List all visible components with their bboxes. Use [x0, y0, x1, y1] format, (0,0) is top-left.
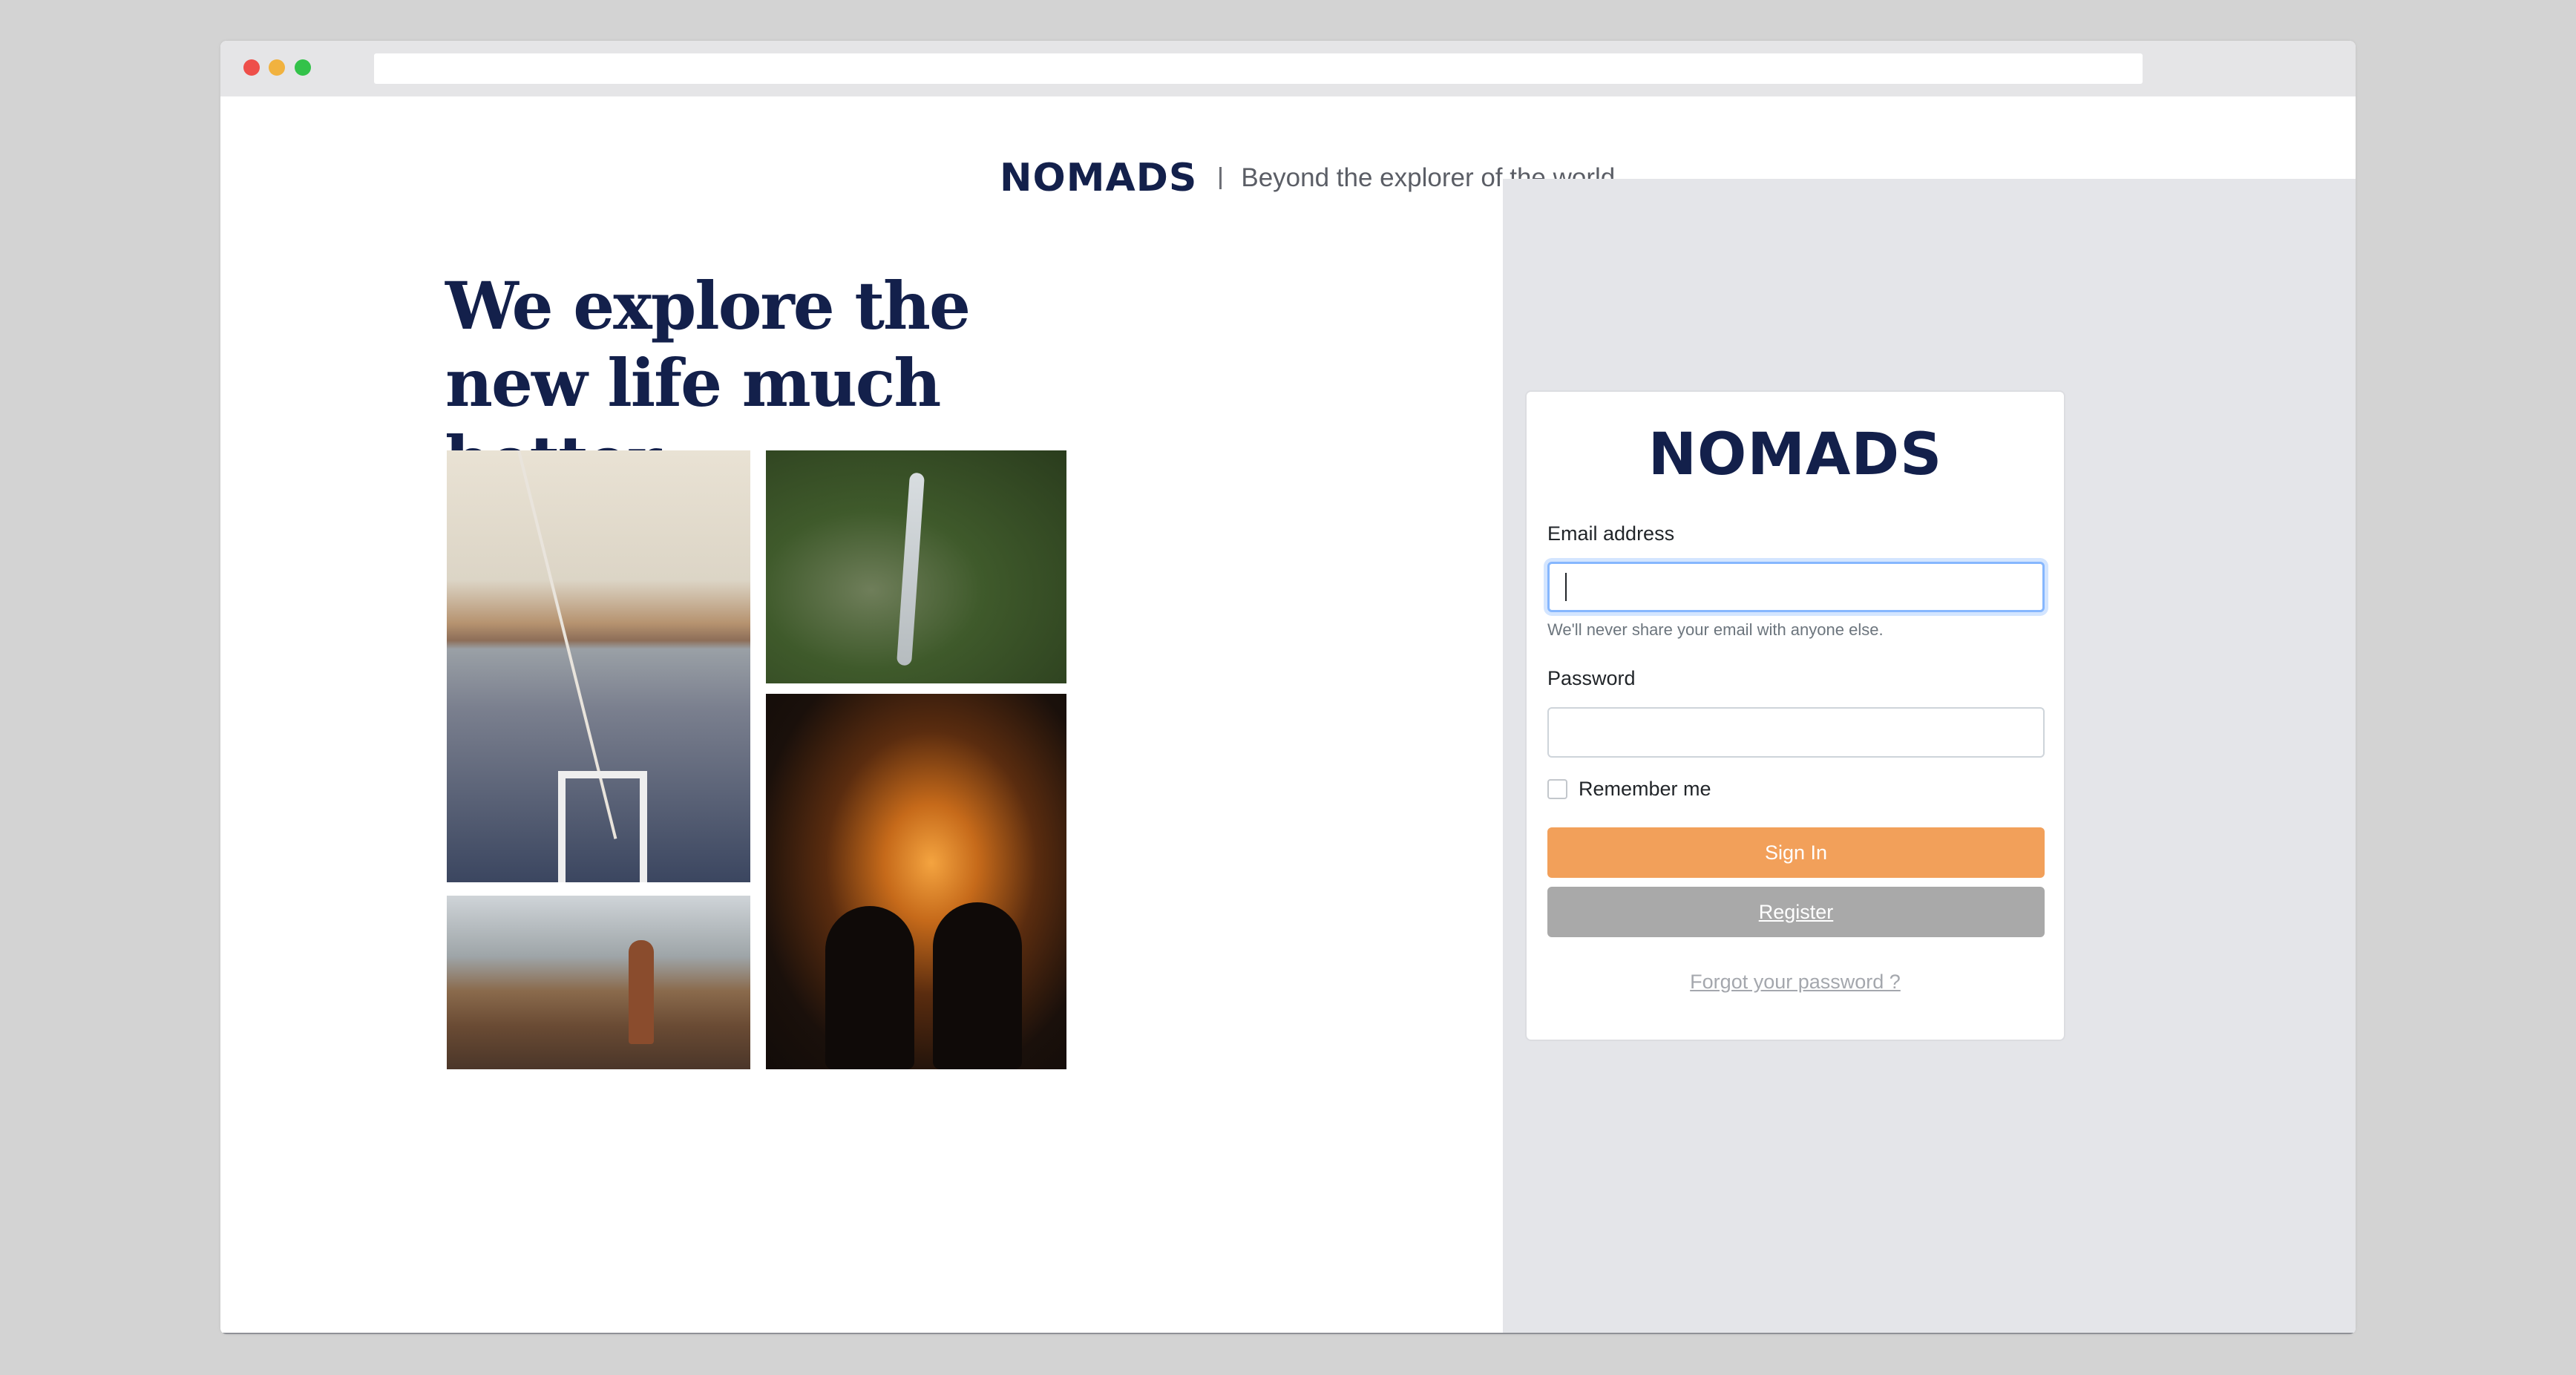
email-field[interactable]	[1547, 562, 2045, 612]
silhouette-right	[933, 902, 1022, 1069]
boat-bow	[558, 771, 647, 882]
login-logo-text: NOMADS	[1648, 421, 1943, 488]
photo-hiker	[447, 896, 750, 1069]
text-caret	[1565, 573, 1567, 601]
browser-window: NOMADS Beyond the explorer of the world …	[220, 41, 2356, 1334]
forgot-password-link[interactable]: Forgot your password ?	[1527, 971, 2064, 994]
maximize-window-dot[interactable]	[295, 59, 311, 76]
password-label: Password	[1547, 667, 1636, 689]
silhouette-left	[825, 906, 914, 1069]
header-divider	[1219, 167, 1222, 189]
hiker-figure	[629, 940, 654, 1044]
remember-me-checkbox[interactable]	[1547, 779, 1567, 799]
login-card: NOMADS Email address We'll never share y…	[1525, 390, 2065, 1041]
photo-lake-boat	[447, 450, 750, 882]
minimize-window-dot[interactable]	[269, 59, 285, 76]
browser-chrome	[220, 41, 2356, 96]
window-bottom-border	[220, 1333, 2356, 1334]
sign-in-button[interactable]: Sign In	[1547, 827, 2045, 878]
photo-waterfall	[766, 450, 1066, 683]
waterfall-stream	[896, 472, 925, 666]
register-button[interactable]: Register	[1547, 887, 2045, 937]
remember-me-label[interactable]: Remember me	[1579, 778, 1711, 801]
close-window-dot[interactable]	[243, 59, 260, 76]
password-field[interactable]	[1547, 707, 2045, 758]
address-bar[interactable]	[374, 53, 2143, 84]
email-label: Email address	[1547, 522, 1675, 545]
login-logo: NOMADS	[1527, 421, 2064, 488]
header-logo[interactable]: NOMADS	[1000, 156, 1197, 200]
email-help-text: We'll never share your email with anyone…	[1547, 620, 1884, 639]
photo-sunset	[766, 694, 1066, 1069]
